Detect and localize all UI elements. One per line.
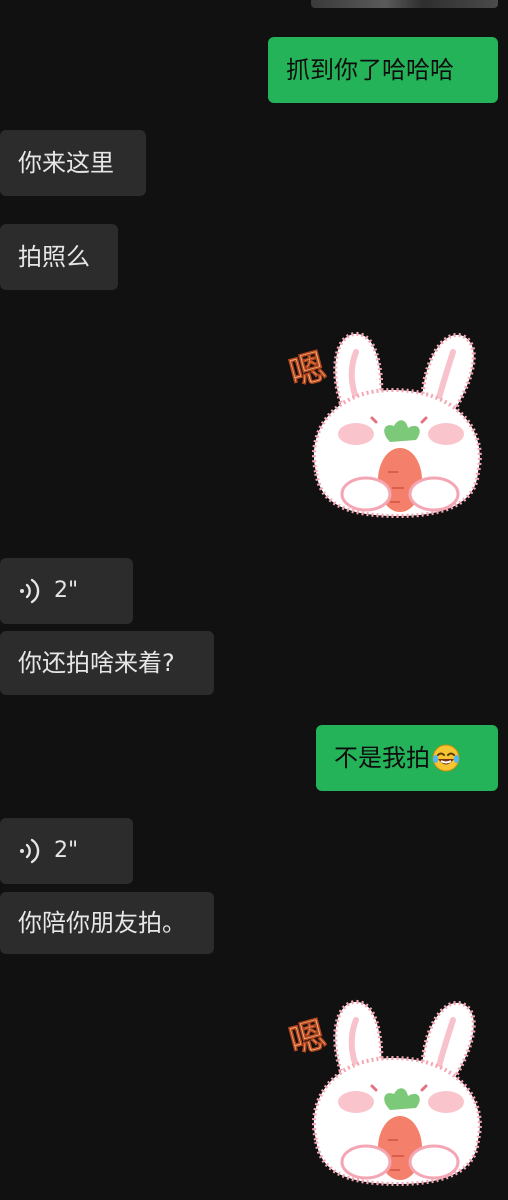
voice-wave-icon [20,838,40,864]
message-text: 不是我拍 [334,744,430,772]
voice-duration: 2" [54,578,79,603]
message-text: 你陪你朋友拍。 [18,909,186,937]
bunny-sticker[interactable]: 嗯 [288,990,488,1200]
sticker-text: 嗯 [288,1014,330,1063]
voice-wave-icon [20,578,40,604]
message-text: 抓到你了哈哈哈 [286,56,454,84]
message-text: 你还拍啥来着? [18,649,175,677]
laughing-tears-emoji-icon [432,744,460,772]
sticker-text: 嗯 [288,346,330,395]
voice-duration: 2" [54,838,79,863]
sent-message[interactable]: 不是我拍 [316,725,498,791]
message-text: 拍照么 [18,243,90,271]
bunny-carrot-sticker-icon: 嗯 [284,332,482,519]
bunny-carrot-sticker-icon: 嗯 [288,1000,482,1187]
voice-message[interactable]: 2" [0,558,133,624]
image-message-preview[interactable] [311,0,498,8]
received-message[interactable]: 拍照么 [0,224,118,290]
message-text: 你来这里 [18,149,114,177]
received-message[interactable]: 你陪你朋友拍。 [0,892,214,954]
received-message[interactable]: 你还拍啥来着? [0,631,214,695]
sent-message[interactable]: 抓到你了哈哈哈 [268,37,498,103]
voice-message[interactable]: 2" [0,818,133,884]
bunny-sticker[interactable]: 嗯 [284,322,488,522]
received-message[interactable]: 你来这里 [0,130,146,196]
